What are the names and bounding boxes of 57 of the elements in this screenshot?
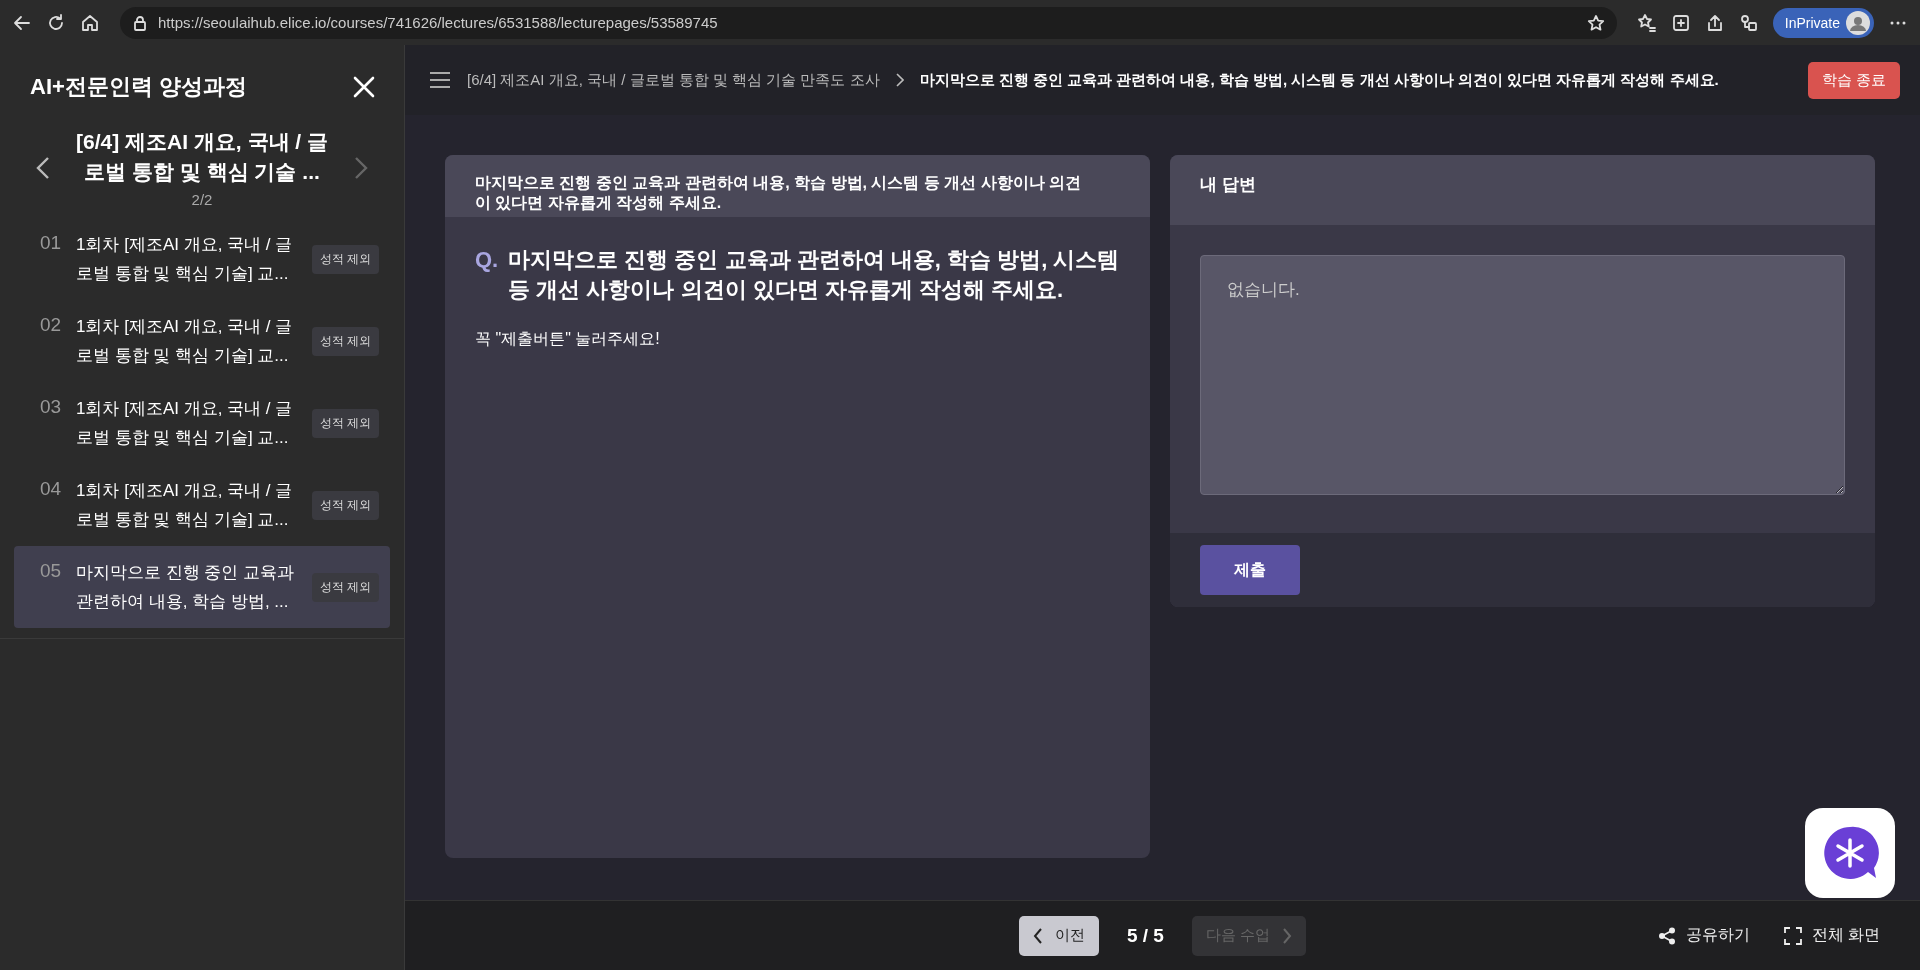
address-bar[interactable]: https://seoulaihub.elice.io/courses/741626/lectures/6531588/lecturepages/53589745 xyxy=(120,6,1617,39)
lesson-title: 1회차 [제조AI 개요, 국내 / 글로벌 통합 및 핵심 기술] 교... xyxy=(76,316,294,367)
share-button[interactable]: 공유하기 xyxy=(1657,915,1750,956)
grade-excluded-tag: 성적 제외 xyxy=(312,572,380,602)
lock-icon xyxy=(132,14,148,31)
lesson-item[interactable]: 01 1회차 [제조AI 개요, 국내 / 글로벌 통합 및 핵심 기술] 교... 성적 제외 xyxy=(14,218,390,300)
extensions-icon[interactable] xyxy=(1670,12,1691,33)
collections-icon[interactable] xyxy=(1738,12,1759,33)
question-card-header: 마지막으로 진행 중인 교육과 관련하여 내용, 학습 방법, 시스템 등 개선 사항이나 의견이 있다면 자유롭게 작성해 주세요. xyxy=(445,155,1150,217)
lesson-item[interactable]: 04 1회차 [제조AI 개요, 국내 / 글로벌 통합 및 핵심 기술] 교... 성적 제외 xyxy=(14,464,390,546)
lesson-title: 1회차 [제조AI 개요, 국내 / 글로벌 통합 및 핵심 기술] 교... xyxy=(76,234,294,285)
inprivate-button[interactable]: InPrivate xyxy=(1772,7,1874,38)
lesson-item[interactable]: 03 1회차 [제조AI 개요, 국내 / 글로벌 통합 및 핵심 기술] 교... 성적 제외 xyxy=(14,382,390,464)
reload-icon[interactable] xyxy=(46,12,66,33)
avatar-icon xyxy=(1846,10,1870,35)
home-icon[interactable] xyxy=(80,12,100,33)
submit-button[interactable]: 제출 xyxy=(1200,545,1300,595)
lesson-title: 마지막으로 진행 중인 교육과 관련하여 내용, 학습 방법, ... xyxy=(76,562,296,613)
end-study-button[interactable]: 학습 종료 xyxy=(1807,61,1900,99)
lesson-number: 02 xyxy=(40,314,63,336)
chevron-left-icon[interactable] xyxy=(36,155,50,180)
share-icon xyxy=(1657,926,1676,945)
lesson-item[interactable]: 02 1회차 [제조AI 개요, 국내 / 글로벌 통합 및 핵심 기술] 교... 성적 제외 xyxy=(14,300,390,382)
chat-assistant-icon[interactable] xyxy=(1821,824,1879,882)
lesson-number: 03 xyxy=(40,396,63,418)
section-page-count: 2/2 xyxy=(190,191,214,208)
page-title: 마지막으로 진행 중인 교육과 관련하여 내용, 학습 방법, 시스템 등 개선 사항이나 의견이 있다면 자유롭게 작성해 주세요. xyxy=(919,70,1720,90)
lesson-number: 05 xyxy=(40,560,63,582)
grade-excluded-tag: 성적 제외 xyxy=(312,326,380,356)
grade-excluded-tag: 성적 제외 xyxy=(312,408,380,438)
lesson-title: 1회차 [제조AI 개요, 국내 / 글로벌 통합 및 핵심 기술] 교... xyxy=(76,398,294,449)
previous-button[interactable]: 이전 xyxy=(1018,915,1099,956)
question-text: 마지막으로 진행 중인 교육과 관련하여 내용, 학습 방법, 시스템 등 개선 사항이나 의견이 있다면 자유롭게 작성해 주세요. xyxy=(508,246,1120,304)
lesson-title: 1회차 [제조AI 개요, 국내 / 글로벌 통합 및 핵심 기술] 교... xyxy=(76,480,294,531)
page-indicator: 5 / 5 xyxy=(1126,924,1164,947)
menu-icon[interactable] xyxy=(429,71,451,89)
question-marker: Q. xyxy=(475,246,499,274)
star-icon[interactable] xyxy=(1586,13,1605,32)
chevron-left-icon xyxy=(1032,927,1043,944)
lesson-number: 04 xyxy=(40,478,63,500)
close-icon[interactable] xyxy=(352,75,376,99)
lesson-item[interactable]: 05 마지막으로 진행 중인 교육과 관련하여 내용, 학습 방법, ... 성적 제외 xyxy=(14,546,390,628)
fullscreen-icon xyxy=(1783,926,1802,945)
chevron-right-icon xyxy=(1282,927,1293,944)
answer-field[interactable]: 없습니다. xyxy=(1200,255,1845,495)
fullscreen-button[interactable]: 전체 화면 xyxy=(1783,915,1880,956)
section-title: [6/4] 제조AI 개요, 국내 / 글로벌 통합 및 핵심 기술 ... xyxy=(75,129,329,185)
answer-card-header: 내 답변 xyxy=(1170,155,1875,225)
chevron-right-icon xyxy=(895,73,904,87)
favorites-icon[interactable] xyxy=(1636,12,1657,33)
lesson-number: 01 xyxy=(40,232,63,254)
breadcrumb-link[interactable]: [6/4] 제조AI 개요, 국내 / 글로벌 통합 및 핵심 기술 만족도 조사 xyxy=(467,70,880,90)
grade-excluded-tag: 성적 제외 xyxy=(312,244,380,274)
url-text: https://seoulaihub.elice.io/courses/741626/lectures/6531588/lecturepages/53589745 xyxy=(158,14,719,31)
instruction-text: 꼭 "제출버튼" 눌러주세요! xyxy=(474,329,661,349)
grade-excluded-tag: 성적 제외 xyxy=(312,490,380,520)
course-title: AI+전문인력 양성과정 xyxy=(30,73,247,101)
